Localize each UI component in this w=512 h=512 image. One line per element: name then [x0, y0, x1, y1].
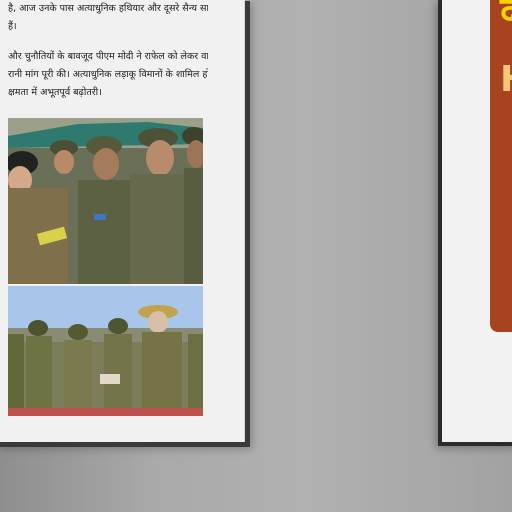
article-paragraph-1: है, आज उनके पास अत्याधुनिक हथियार और दूस…	[8, 0, 208, 36]
article-line: क्षमता में अभूतपूर्व बढ़ोतरी।	[8, 87, 102, 98]
article-line: रानी मांग पूरी की। अत्याधुनिक लड़ाकू विम…	[8, 69, 208, 80]
card-heading-glyph: द	[500, 0, 512, 32]
photo-soldiers-group	[8, 286, 203, 410]
article-line: और चुनौतियों के बावजूद पीएम मोदी ने राफे…	[8, 51, 208, 62]
photo-soldiers-sweets	[8, 118, 203, 284]
card-subheading-glyph: H	[500, 62, 512, 98]
orange-feature-card	[490, 0, 512, 332]
article-line: हैं।	[8, 21, 17, 32]
accent-strip	[8, 408, 203, 416]
article-paragraph-2: और चुनौतियों के बावजूद पीएम मोदी ने राफे…	[8, 48, 208, 102]
article-line: है, आज उनके पास अत्याधुनिक हथियार और दूस…	[8, 3, 208, 14]
